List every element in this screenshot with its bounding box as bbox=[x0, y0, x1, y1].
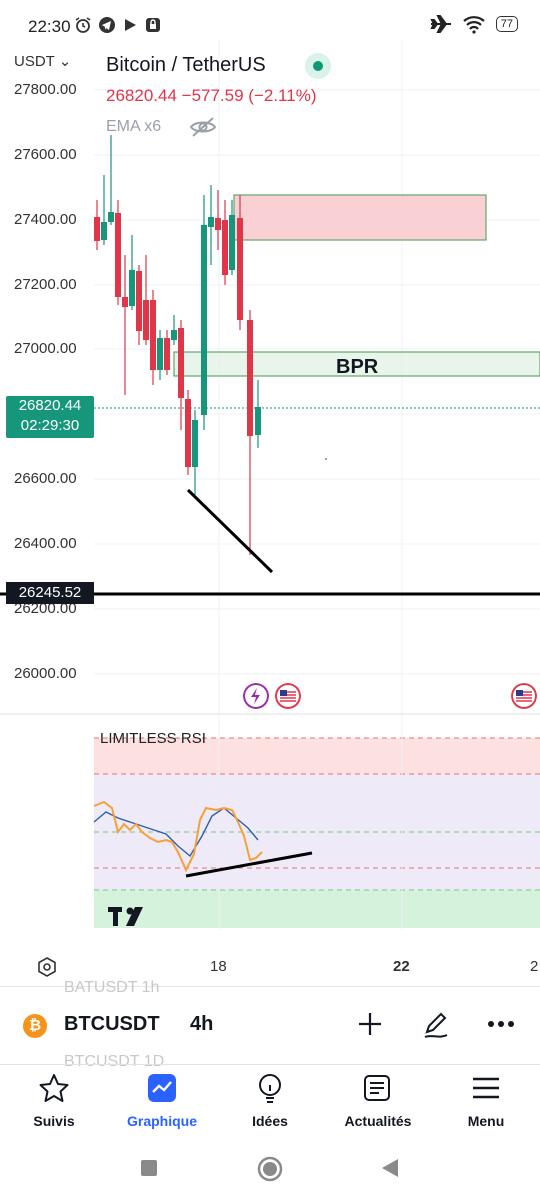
candle bbox=[108, 212, 114, 222]
level-price-tag: 26245.52 bbox=[6, 582, 94, 604]
chart-dot bbox=[325, 458, 327, 460]
bitcoin-coin-icon: ₿ bbox=[23, 1014, 47, 1038]
battery-indicator: 77 bbox=[495, 16, 518, 32]
chart-settings-icon[interactable] bbox=[36, 956, 58, 978]
live-status-icon bbox=[305, 53, 331, 79]
candle bbox=[143, 300, 149, 340]
back-icon[interactable] bbox=[380, 1157, 400, 1179]
x-axis-tick: 18 bbox=[210, 958, 227, 975]
candle bbox=[215, 218, 221, 230]
zone-label: BPR bbox=[336, 356, 379, 378]
more-options-icon[interactable] bbox=[487, 1018, 515, 1030]
status-time: 22:30 bbox=[28, 17, 71, 36]
candle bbox=[237, 218, 243, 320]
chevron-down-icon: ⌄ bbox=[58, 53, 72, 70]
y-axis-tick: 27600.00 bbox=[14, 146, 77, 163]
nav-item-suivis[interactable]: Suivis bbox=[4, 1071, 104, 1129]
y-axis-tick: 26000.00 bbox=[14, 665, 77, 682]
eye-hidden-icon[interactable] bbox=[188, 115, 218, 139]
candle bbox=[192, 420, 198, 467]
candle bbox=[178, 328, 184, 398]
currency-selector[interactable]: USDT ⌄ bbox=[14, 52, 71, 70]
y-axis-tick: 27200.00 bbox=[14, 276, 77, 293]
alarm-icon bbox=[75, 17, 91, 33]
candle bbox=[222, 220, 228, 275]
candle bbox=[171, 330, 177, 340]
telegram-icon bbox=[99, 17, 115, 33]
y-axis-tick: 26600.00 bbox=[14, 470, 77, 487]
candle bbox=[129, 270, 135, 306]
chart-icon bbox=[148, 1074, 176, 1102]
candle bbox=[164, 338, 170, 370]
candle bbox=[157, 338, 163, 370]
chart-grid bbox=[94, 40, 540, 715]
price-change: 26820.44 −577.59 (−2.11%) bbox=[106, 86, 317, 105]
nav-item-actualites[interactable]: Actualités bbox=[328, 1071, 428, 1129]
system-nav-bar bbox=[0, 1144, 540, 1200]
drawing-pen-icon[interactable] bbox=[421, 1010, 451, 1040]
rsi-pane[interactable] bbox=[0, 715, 540, 955]
symbol-title: Bitcoin / TetherUS bbox=[106, 54, 266, 76]
us-flag-event-icon[interactable] bbox=[275, 683, 301, 709]
wifi-icon bbox=[463, 16, 485, 34]
x-axis-tick: 22 bbox=[393, 958, 410, 975]
y-axis-tick: 27800.00 bbox=[14, 81, 77, 98]
home-icon[interactable] bbox=[257, 1156, 283, 1182]
interval-selector[interactable]: 4h bbox=[190, 1013, 213, 1036]
candle bbox=[150, 300, 156, 370]
candle bbox=[136, 271, 142, 331]
x-axis-tick: 2 bbox=[530, 958, 539, 975]
play-store-icon bbox=[125, 19, 136, 31]
rsi-oversold-zone bbox=[94, 890, 540, 928]
supply-zone[interactable] bbox=[233, 194, 487, 241]
candle bbox=[122, 297, 128, 307]
lock-app-icon bbox=[146, 18, 160, 32]
airplane-icon bbox=[430, 15, 451, 33]
nav-item-idees[interactable]: Idées bbox=[220, 1071, 320, 1129]
rsi-indicator-label[interactable]: LIMITLESS RSI bbox=[100, 730, 206, 747]
candle bbox=[229, 215, 235, 270]
status-notification-icons bbox=[74, 16, 162, 34]
us-flag-event-icon-2[interactable] bbox=[511, 683, 537, 709]
candle bbox=[247, 320, 253, 436]
status-system-icons: 77 bbox=[430, 14, 518, 34]
candle bbox=[115, 213, 121, 297]
y-axis-tick: 26400.00 bbox=[14, 535, 77, 552]
ghost-symbol-above: BATUSDT 1h bbox=[64, 979, 160, 996]
candle bbox=[185, 399, 191, 467]
candle bbox=[208, 217, 214, 227]
lightning-event-icon[interactable] bbox=[243, 683, 269, 709]
price-chart[interactable] bbox=[0, 40, 540, 715]
indicator-label[interactable]: EMA x6 bbox=[106, 118, 161, 136]
nav-item-menu[interactable]: Menu bbox=[436, 1071, 536, 1129]
recents-icon[interactable] bbox=[139, 1158, 159, 1178]
bottom-nav: Suivis Graphique Idées Actualités Menu bbox=[0, 1064, 540, 1145]
add-icon[interactable] bbox=[356, 1010, 384, 1038]
news-icon bbox=[364, 1075, 390, 1101]
nav-item-graphique[interactable]: Graphique bbox=[112, 1071, 212, 1129]
symbol-selector[interactable]: BTCUSDT bbox=[64, 1013, 160, 1036]
candle bbox=[101, 222, 107, 240]
lightbulb-icon bbox=[259, 1074, 281, 1103]
candle bbox=[201, 225, 207, 415]
current-price-tag: 26820.44 02:29:30 bbox=[6, 396, 94, 438]
candle bbox=[94, 217, 100, 241]
candle bbox=[255, 407, 261, 435]
y-axis-tick: 27400.00 bbox=[14, 211, 77, 228]
menu-icon bbox=[473, 1077, 499, 1099]
trendline-drawing[interactable] bbox=[186, 488, 274, 574]
y-axis-tick: 27000.00 bbox=[14, 340, 77, 357]
star-icon bbox=[39, 1074, 69, 1102]
